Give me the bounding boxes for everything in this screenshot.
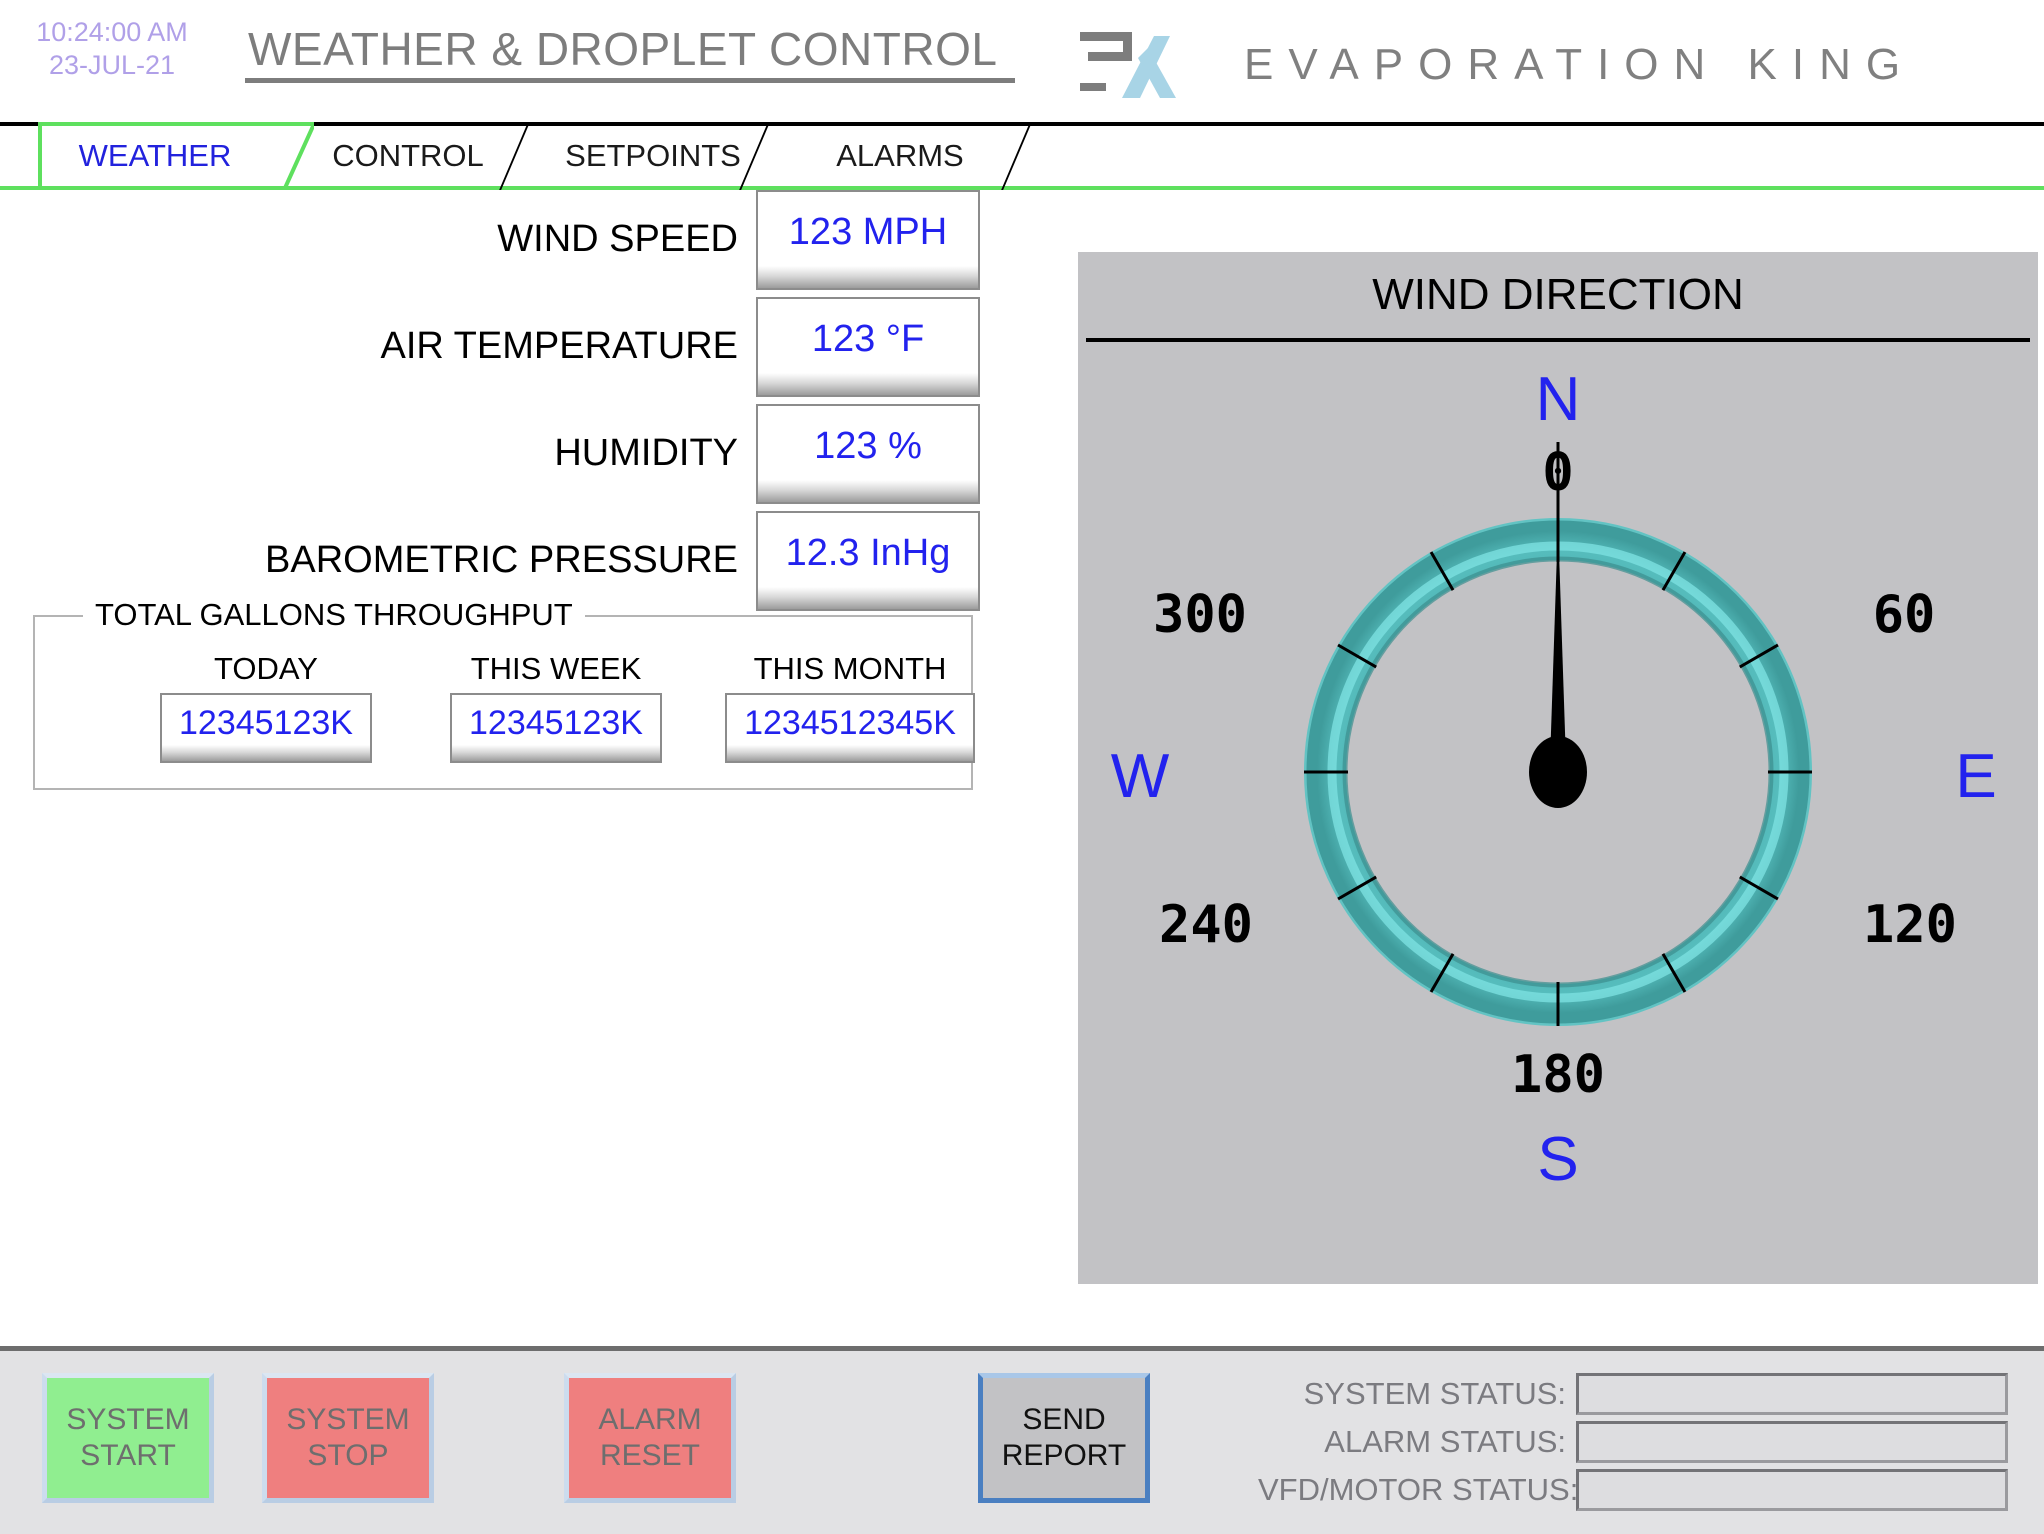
gallons-this-week-value-box[interactable]: 12345123K — [450, 693, 662, 763]
system-status-field — [1576, 1373, 2008, 1415]
control-bar: SYSTEM START SYSTEM STOP ALARM RESET SEN… — [0, 1346, 2044, 1534]
metric-air-temperature-value: 123 °F — [811, 317, 925, 360]
gauge-cardinal-s: S — [1537, 1125, 1578, 1194]
metric-barometric-pressure-value-box[interactable]: 12.3 InHg — [756, 511, 980, 611]
system-status-row: SYSTEM STATUS: — [1258, 1371, 2018, 1417]
gauge-deg-180: 180 — [1511, 1045, 1605, 1105]
metric-humidity-label: HUMIDITY — [554, 432, 738, 474]
status-block: SYSTEM STATUS: ALARM STATUS: VFD/MOTOR S… — [1258, 1371, 2018, 1511]
gauge-cardinal-e: E — [1955, 742, 1996, 811]
gallons-this-week-value: 12345123K — [469, 703, 643, 742]
gallons-today-value-box[interactable]: 12345123K — [160, 693, 372, 763]
brand-name: EVAPORATION KING — [1244, 40, 1916, 89]
vfd-motor-status-field — [1576, 1469, 2008, 1511]
total-gallons-throughput-group: TOTAL GALLONS THROUGHPUT TODAY 12345123K… — [33, 597, 975, 790]
vfd-motor-status-row: VFD/MOTOR STATUS: — [1258, 1467, 2018, 1513]
metric-humidity: HUMIDITY 123 % — [0, 404, 980, 512]
gallons-this-month-value: 1234512345K — [744, 703, 956, 742]
gauge-deg-240: 240 — [1159, 895, 1253, 955]
system-start-line1: SYSTEM — [66, 1403, 190, 1436]
metric-air-temperature-value-box[interactable]: 123 °F — [756, 297, 980, 397]
gauge-deg-0: 0 — [1542, 443, 1573, 503]
gauge-cardinal-w: W — [1111, 742, 1170, 811]
system-stop-line1: SYSTEM — [286, 1403, 410, 1436]
app-header: 10:24:00 AM 23-JUL-21 WEATHER & DROPLET … — [0, 0, 2044, 122]
system-start-button[interactable]: SYSTEM START — [42, 1373, 214, 1503]
metric-humidity-value-box[interactable]: 123 % — [756, 404, 980, 504]
system-start-line2: START — [80, 1439, 176, 1472]
clock-display: 10:24:00 AM 23-JUL-21 — [22, 16, 202, 82]
wind-direction-title: WIND DIRECTION — [1372, 270, 1744, 319]
main-content: WIND SPEED 123 MPH AIR TEMPERATURE 123 °… — [0, 190, 2044, 1346]
gauge-deg-60: 60 — [1873, 585, 1936, 645]
wind-direction-gauge[interactable]: N E S W 0 60 120 180 240 300 — [1078, 342, 2038, 1282]
system-stop-button[interactable]: SYSTEM STOP — [262, 1373, 434, 1503]
gallons-this-week-label: THIS WEEK — [470, 651, 642, 686]
total-gallons-throughput-legend: TOTAL GALLONS THROUGHPUT — [83, 597, 585, 633]
clock-date: 23-JUL-21 — [48, 50, 176, 80]
gallons-today: TODAY 12345123K — [160, 651, 372, 763]
system-stop-line2: STOP — [307, 1439, 389, 1472]
metric-wind-speed-value: 123 MPH — [788, 210, 948, 253]
gauge-cardinal-n: N — [1536, 365, 1581, 434]
ek-monogram-logo-icon — [1078, 28, 1198, 98]
page-title-underline — [245, 78, 1015, 83]
gallons-today-value: 12345123K — [179, 703, 353, 742]
gauge-deg-120: 120 — [1863, 895, 1957, 955]
alarm-reset-line2: RESET — [599, 1439, 701, 1472]
metric-air-temperature: AIR TEMPERATURE 123 °F — [0, 297, 980, 405]
metric-wind-speed-label: WIND SPEED — [497, 218, 738, 260]
send-report-button[interactable]: SEND REPORT — [978, 1373, 1150, 1503]
alarm-status-label: ALARM STATUS: — [1324, 1424, 1566, 1459]
alarm-reset-button[interactable]: ALARM RESET — [564, 1373, 736, 1503]
alarm-status-row: ALARM STATUS: — [1258, 1419, 2018, 1465]
send-report-line2: REPORT — [1001, 1439, 1127, 1472]
alarm-status-field — [1576, 1421, 2008, 1463]
tab-divider — [1001, 122, 1032, 190]
metric-wind-speed: WIND SPEED 123 MPH — [0, 190, 980, 298]
alarm-reset-line1: ALARM — [598, 1403, 702, 1436]
system-status-label: SYSTEM STATUS: — [1303, 1376, 1566, 1411]
gauge-deg-300: 300 — [1153, 585, 1247, 645]
tab-alarms[interactable]: ALARMS — [795, 122, 1005, 190]
metric-barometric-pressure-value: 12.3 InHg — [785, 531, 951, 574]
clock-time: 10:24:00 AM — [36, 17, 188, 47]
tab-control-label: CONTROL — [332, 138, 484, 173]
page-title: WEATHER & DROPLET CONTROL — [248, 23, 998, 75]
vfd-motor-status-label: VFD/MOTOR STATUS: — [1258, 1472, 1579, 1507]
tab-control[interactable]: CONTROL — [293, 122, 523, 190]
gallons-this-month: THIS MONTH 1234512345K — [725, 651, 975, 763]
gallons-this-month-value-box[interactable]: 1234512345K — [725, 693, 975, 763]
tab-setpoints-label: SETPOINTS — [565, 138, 741, 173]
tab-weather-label: WEATHER — [78, 138, 232, 173]
gallons-this-week: THIS WEEK 12345123K — [450, 651, 662, 763]
wind-direction-panel: WIND DIRECTION N E S W 0 60 120 180 240 … — [1078, 252, 2038, 1284]
gauge-dial — [1268, 442, 1848, 1062]
metric-barometric-pressure-label: BAROMETRIC PRESSURE — [265, 539, 738, 581]
metric-air-temperature-label: AIR TEMPERATURE — [380, 325, 738, 367]
tab-alarms-label: ALARMS — [836, 138, 964, 173]
send-report-line1: SEND — [1022, 1403, 1106, 1436]
tab-bar: WEATHER CONTROL SETPOINTS ALARMS — [0, 122, 2044, 190]
metric-humidity-value: 123 % — [814, 424, 922, 467]
metric-wind-speed-value-box[interactable]: 123 MPH — [756, 190, 980, 290]
gallons-this-month-label: THIS MONTH — [753, 651, 947, 686]
gallons-today-label: TODAY — [214, 651, 318, 686]
tab-setpoints[interactable]: SETPOINTS — [533, 122, 773, 190]
